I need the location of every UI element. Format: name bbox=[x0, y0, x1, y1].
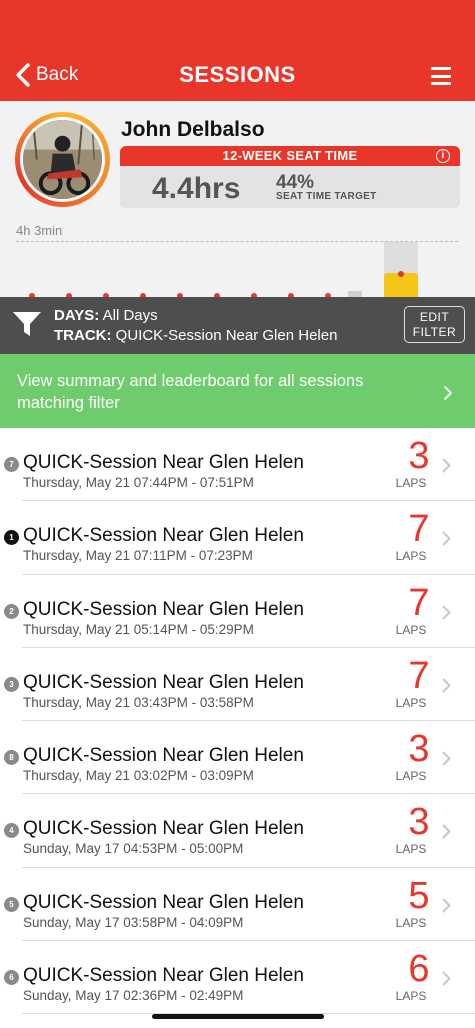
session-date: Thursday, May 21 05:14PM - 05:29PM bbox=[23, 621, 254, 637]
funnel-icon bbox=[13, 312, 41, 336]
session-title: QUICK-Session Near Glen Helen bbox=[23, 965, 304, 987]
session-date: Thursday, May 21 07:11PM - 07:23PM bbox=[23, 548, 253, 564]
seat-time-card: 12-WEEK SEAT TIME i 4.4hrs 44% SEAT TIME… bbox=[120, 146, 460, 208]
rank-badge: 4 bbox=[4, 823, 19, 839]
avatar[interactable] bbox=[20, 117, 105, 202]
rider-photo bbox=[23, 120, 102, 199]
session-title: QUICK-Session Near Glen Helen bbox=[23, 598, 304, 620]
rider-name: John Delbalso bbox=[121, 118, 265, 141]
nav-header: Back SESSIONS bbox=[0, 0, 475, 101]
laps-label: LAPS bbox=[395, 769, 427, 784]
laps-label: LAPS bbox=[395, 476, 427, 490]
session-row[interactable]: 1 QUICK-Session Near Glen Helen Thursday, … bbox=[0, 501, 475, 575]
session-row[interactable]: 4 QUICK-Session Near Glen Helen Sunday, Ma… bbox=[0, 794, 475, 868]
rank-badge: 5 bbox=[4, 896, 19, 912]
laps-label: LAPS bbox=[395, 842, 427, 857]
session-date: Sunday, May 17 03:58PM - 04:09PM bbox=[23, 914, 244, 930]
chevron-right-icon bbox=[444, 386, 452, 400]
hamburger-menu-icon[interactable] bbox=[431, 67, 451, 85]
session-title: QUICK-Session Near Glen Helen bbox=[23, 671, 304, 693]
chevron-right-icon bbox=[442, 531, 451, 546]
rank-badge: 6 bbox=[4, 970, 19, 986]
seat-time-title-pre: 12-WEEK bbox=[222, 148, 287, 163]
filter-days-value: All Days bbox=[102, 307, 158, 324]
session-date: Thursday, May 21 07:44PM - 07:51PM bbox=[23, 475, 254, 490]
seat-time-hours: 4.4hrs bbox=[152, 172, 241, 205]
chevron-right-icon bbox=[442, 898, 451, 913]
laps-label: LAPS bbox=[395, 915, 427, 930]
laps-count: 7 bbox=[408, 508, 430, 551]
laps-count: 6 bbox=[408, 948, 430, 991]
edit-filter-line1: EDIT bbox=[419, 310, 450, 324]
laps-count: 3 bbox=[408, 801, 430, 844]
session-row[interactable]: 2 QUICK-Session Near Glen Helen Thursday, … bbox=[0, 575, 475, 648]
home-indicator bbox=[152, 1014, 324, 1019]
session-title: QUICK-Session Near Glen Helen bbox=[23, 525, 304, 547]
filter-days-label: DAYS: bbox=[54, 307, 100, 324]
laps-label: LAPS bbox=[395, 549, 427, 564]
session-row[interactable]: 7 QUICK-Session Near Glen Helen Thursday, … bbox=[0, 428, 475, 502]
session-title: QUICK-Session Near Glen Helen bbox=[23, 891, 304, 913]
session-title: QUICK-Session Near Glen Helen bbox=[23, 452, 304, 473]
edit-filter-button[interactable]: EDIT FILTER bbox=[404, 306, 465, 343]
session-row[interactable]: 5 QUICK-Session Near Glen Helen Sunday, Ma… bbox=[0, 868, 475, 942]
rank-badge: 3 bbox=[4, 676, 19, 692]
seat-time-target-label: SEAT TIME TARGET bbox=[276, 191, 377, 202]
session-date: Thursday, May 21 03:43PM - 03:58PM bbox=[23, 694, 254, 710]
laps-label: LAPS bbox=[395, 989, 427, 1004]
session-row[interactable]: 6 QUICK-Session Near Glen Helen Sunday, Ma… bbox=[0, 941, 475, 1015]
chevron-right-icon bbox=[442, 751, 451, 766]
edit-filter-line2: FILTER bbox=[412, 325, 457, 339]
laps-count: 3 bbox=[408, 435, 430, 477]
chevron-right-icon bbox=[442, 824, 451, 839]
profile-panel: John Delbalso 12-WEEK SEAT TIME i 4.4hrs… bbox=[0, 101, 475, 299]
session-row[interactable]: 8 QUICK-Session Near Glen Helen Thursday, … bbox=[0, 721, 475, 795]
summary-text: View summary and leaderboard for all ses… bbox=[17, 372, 364, 412]
session-date: Thursday, May 21 03:02PM - 03:09PM bbox=[23, 768, 254, 784]
rank-badge: 1 bbox=[4, 530, 19, 546]
chart-dot bbox=[398, 271, 404, 277]
info-icon[interactable]: i bbox=[436, 149, 450, 163]
session-row[interactable]: 3 QUICK-Session Near Glen Helen Thursday, … bbox=[0, 648, 475, 722]
chevron-right-icon bbox=[442, 971, 451, 986]
session-list: 7 QUICK-Session Near Glen Helen Thursday, … bbox=[0, 428, 475, 1015]
filter-bar: DAYS: All Days TRACK: QUICK-Session Near… bbox=[0, 297, 475, 354]
chevron-right-icon bbox=[442, 605, 451, 620]
session-date: Sunday, May 17 02:36PM - 02:49PM bbox=[23, 988, 244, 1004]
session-date: Sunday, May 17 04:53PM - 05:00PM bbox=[23, 841, 244, 857]
avatar-ring bbox=[15, 112, 110, 207]
laps-label: LAPS bbox=[395, 622, 427, 637]
laps-count: 7 bbox=[408, 581, 430, 624]
filter-track-value: QUICK-Session Near Glen Helen bbox=[115, 327, 338, 344]
rank-badge: 2 bbox=[4, 603, 19, 619]
page-title: SESSIONS bbox=[179, 62, 296, 87]
laps-count: 7 bbox=[408, 654, 430, 697]
laps-label: LAPS bbox=[395, 695, 427, 710]
session-title: QUICK-Session Near Glen Helen bbox=[23, 745, 304, 767]
session-title: QUICK-Session Near Glen Helen bbox=[23, 818, 304, 840]
laps-count: 3 bbox=[408, 728, 430, 771]
summary-leaderboard-link[interactable]: View summary and leaderboard for all ses… bbox=[0, 354, 475, 428]
rank-badge: 7 bbox=[4, 457, 19, 472]
filter-track-label: TRACK: bbox=[54, 327, 112, 344]
rank-badge: 8 bbox=[4, 750, 19, 766]
laps-count: 5 bbox=[408, 874, 430, 917]
chevron-right-icon bbox=[442, 678, 451, 693]
chevron-right-icon bbox=[442, 458, 451, 473]
seat-time-banner: 12-WEEK SEAT TIME i bbox=[120, 146, 460, 166]
filter-summary: DAYS: All Days TRACK: QUICK-Session Near… bbox=[54, 306, 337, 346]
seat-time-title-strong: SEAT TIME bbox=[286, 148, 358, 163]
chart-max-label: 4h 3min bbox=[16, 223, 63, 238]
